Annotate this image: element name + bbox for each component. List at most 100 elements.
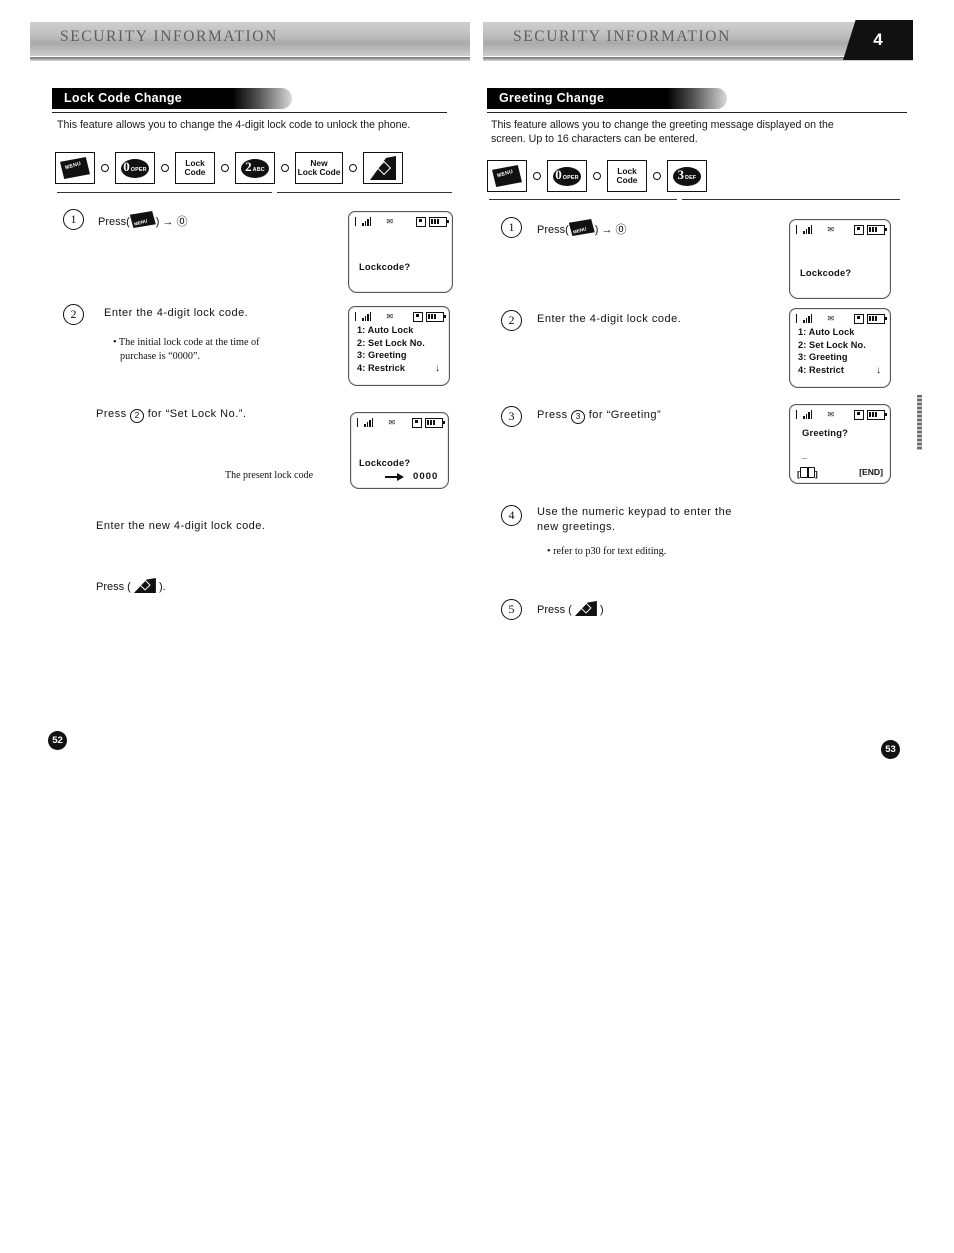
press-word: Press xyxy=(537,409,568,421)
key-0-oper[interactable]: 0 OPER xyxy=(115,152,155,184)
alert-icon xyxy=(413,311,423,322)
send-key-icon xyxy=(133,578,156,593)
menu-item: 4: Restrick xyxy=(357,362,406,373)
lcd-text: Lockcode? xyxy=(359,261,411,272)
left-key-rule-a xyxy=(57,192,272,194)
right-section-title: Greeting Change xyxy=(487,88,907,113)
key-line-2: Code xyxy=(184,167,206,177)
right-key-rule-b xyxy=(682,199,900,201)
envelope-icon: ✉ xyxy=(386,311,394,321)
key-menu[interactable]: MENU xyxy=(55,152,95,184)
header-title: SECURITY INFORMATION xyxy=(513,28,731,45)
envelope-icon: ✉ xyxy=(388,417,396,427)
left-screen-lockcode: ✉ Lockcode? xyxy=(348,211,453,293)
signal-icon xyxy=(364,418,374,427)
press-set-lock-suffix: for “Set Lock No.”. xyxy=(147,408,247,420)
section-label: Lock Code Change xyxy=(64,91,183,105)
section-rule xyxy=(487,112,907,113)
lcd-text: Lockcode? xyxy=(800,267,852,278)
left-press-send-text: Press ( ). xyxy=(96,578,166,595)
lcd-status-bar: ✉ xyxy=(355,311,446,322)
sequence-dot xyxy=(281,164,289,172)
two-key-icon: 2 ABC xyxy=(241,158,269,178)
header-title: SECURITY INFORMATION xyxy=(60,28,278,45)
alert-icon xyxy=(854,409,864,420)
left-step-2-number: 2 xyxy=(63,304,84,325)
menu-key-icon: MENU xyxy=(492,165,522,187)
right-step-5-text: Press ( ) xyxy=(537,601,604,618)
signal-icon xyxy=(803,314,813,323)
right-key-sequence: MENU 0 OPER Lock Code 3 DEF xyxy=(487,160,707,192)
battery-icon xyxy=(429,216,449,227)
lcd-lockcode-value: 0000 xyxy=(413,471,439,482)
press-prefix: Press ( xyxy=(96,581,131,593)
sequence-dot xyxy=(101,164,109,172)
end-key-icon xyxy=(370,156,396,180)
left-enter-new-code-text: Enter the new 4-digit lock code. xyxy=(96,520,266,532)
menu-item: 1: Auto Lock xyxy=(357,325,414,335)
three-key-icon: 3 DEF xyxy=(673,166,701,186)
scroll-down-arrow: ↓ xyxy=(876,365,881,376)
menu-item: 3: Greeting xyxy=(357,350,407,361)
key-2-abc[interactable]: 2 ABC xyxy=(235,152,275,184)
envelope-icon: ✉ xyxy=(386,216,394,226)
lcd-status-bar: ✉ xyxy=(796,409,887,420)
bullet-line-2: purchase is “0000”. xyxy=(120,351,201,362)
lcd-cursor: _ xyxy=(802,449,808,460)
press-suffix: ) → ⓪ xyxy=(594,224,627,236)
alert-icon xyxy=(412,417,422,428)
right-step-3-text: Press 3 for “Greeting” xyxy=(537,408,661,424)
antenna-icon xyxy=(796,314,800,323)
key-digit: 0 xyxy=(555,166,562,182)
alert-icon xyxy=(854,313,864,324)
battery-icon xyxy=(425,417,445,428)
key-0-oper[interactable]: 0 OPER xyxy=(547,160,587,192)
sequence-dot xyxy=(593,172,601,180)
press-suffix: ). xyxy=(158,581,166,593)
soft-key-end[interactable]: [END] xyxy=(859,467,883,479)
intro-line-2: screen. Up to 16 characters can be enter… xyxy=(491,133,698,145)
key-line-2: Code xyxy=(616,175,638,185)
antenna-icon xyxy=(355,217,359,226)
key-3-def[interactable]: 3 DEF xyxy=(667,160,707,192)
press-prefix: Press( xyxy=(537,224,569,236)
press-word: Press xyxy=(96,408,127,420)
lcd-menu-list: 1: Auto Lock 2: Set Lock No. 3: Greeting… xyxy=(798,326,866,376)
right-screen-greeting: ✉ Greeting? _ [] [END] xyxy=(789,404,891,484)
left-press-set-lock-text: Press 2 for “Set Lock No.”. xyxy=(96,407,247,423)
key-subtext: OPER xyxy=(130,166,147,173)
menu-item: 2: Set Lock No. xyxy=(357,337,425,348)
section-label: Greeting Change xyxy=(499,91,605,105)
key-lock-code[interactable]: Lock Code xyxy=(607,160,647,192)
press-suffix: ) xyxy=(599,604,604,616)
soft-key-phonebook[interactable]: [] xyxy=(797,467,818,479)
left-section-title: Lock Code Change xyxy=(52,88,447,113)
menu-key-inline-icon: MENU xyxy=(129,211,156,228)
step-4-line-1: Use the numeric keypad to enter the xyxy=(537,506,732,518)
key-digit: 0 xyxy=(123,158,130,174)
circled-number-3: 3 xyxy=(571,410,586,424)
key-new-lock-code[interactable]: New Lock Code xyxy=(295,152,343,184)
right-step-1-number: 1 xyxy=(501,217,522,238)
antenna-icon xyxy=(796,410,800,419)
press-suffix: ) → ⓪ xyxy=(155,216,188,228)
lcd-status-bar: ✉ xyxy=(796,313,887,324)
key-digit: 3 xyxy=(677,166,685,182)
intro-line-1: This feature allows you to change the gr… xyxy=(491,119,834,131)
envelope-icon: ✉ xyxy=(827,313,835,323)
step-4-line-2: new greetings. xyxy=(537,521,616,533)
key-subtext: DEF xyxy=(685,174,697,181)
key-digit: 2 xyxy=(245,158,252,174)
left-step-2-text: Enter the 4-digit lock code. xyxy=(104,307,249,319)
right-screen-lockcode: ✉ Lockcode? xyxy=(789,219,891,299)
key-end[interactable] xyxy=(363,152,403,184)
right-step-2-number: 2 xyxy=(501,310,522,331)
right-step-2-text: Enter the 4-digit lock code. xyxy=(537,313,682,325)
key-lock-code[interactable]: Lock Code xyxy=(175,152,215,184)
sequence-dot xyxy=(533,172,541,180)
lcd-status-bar: ✉ xyxy=(796,224,887,235)
signal-icon xyxy=(362,312,372,321)
menu-item: 3: Greeting xyxy=(798,352,848,363)
press-prefix: Press( xyxy=(98,216,130,228)
key-menu[interactable]: MENU xyxy=(487,160,527,192)
